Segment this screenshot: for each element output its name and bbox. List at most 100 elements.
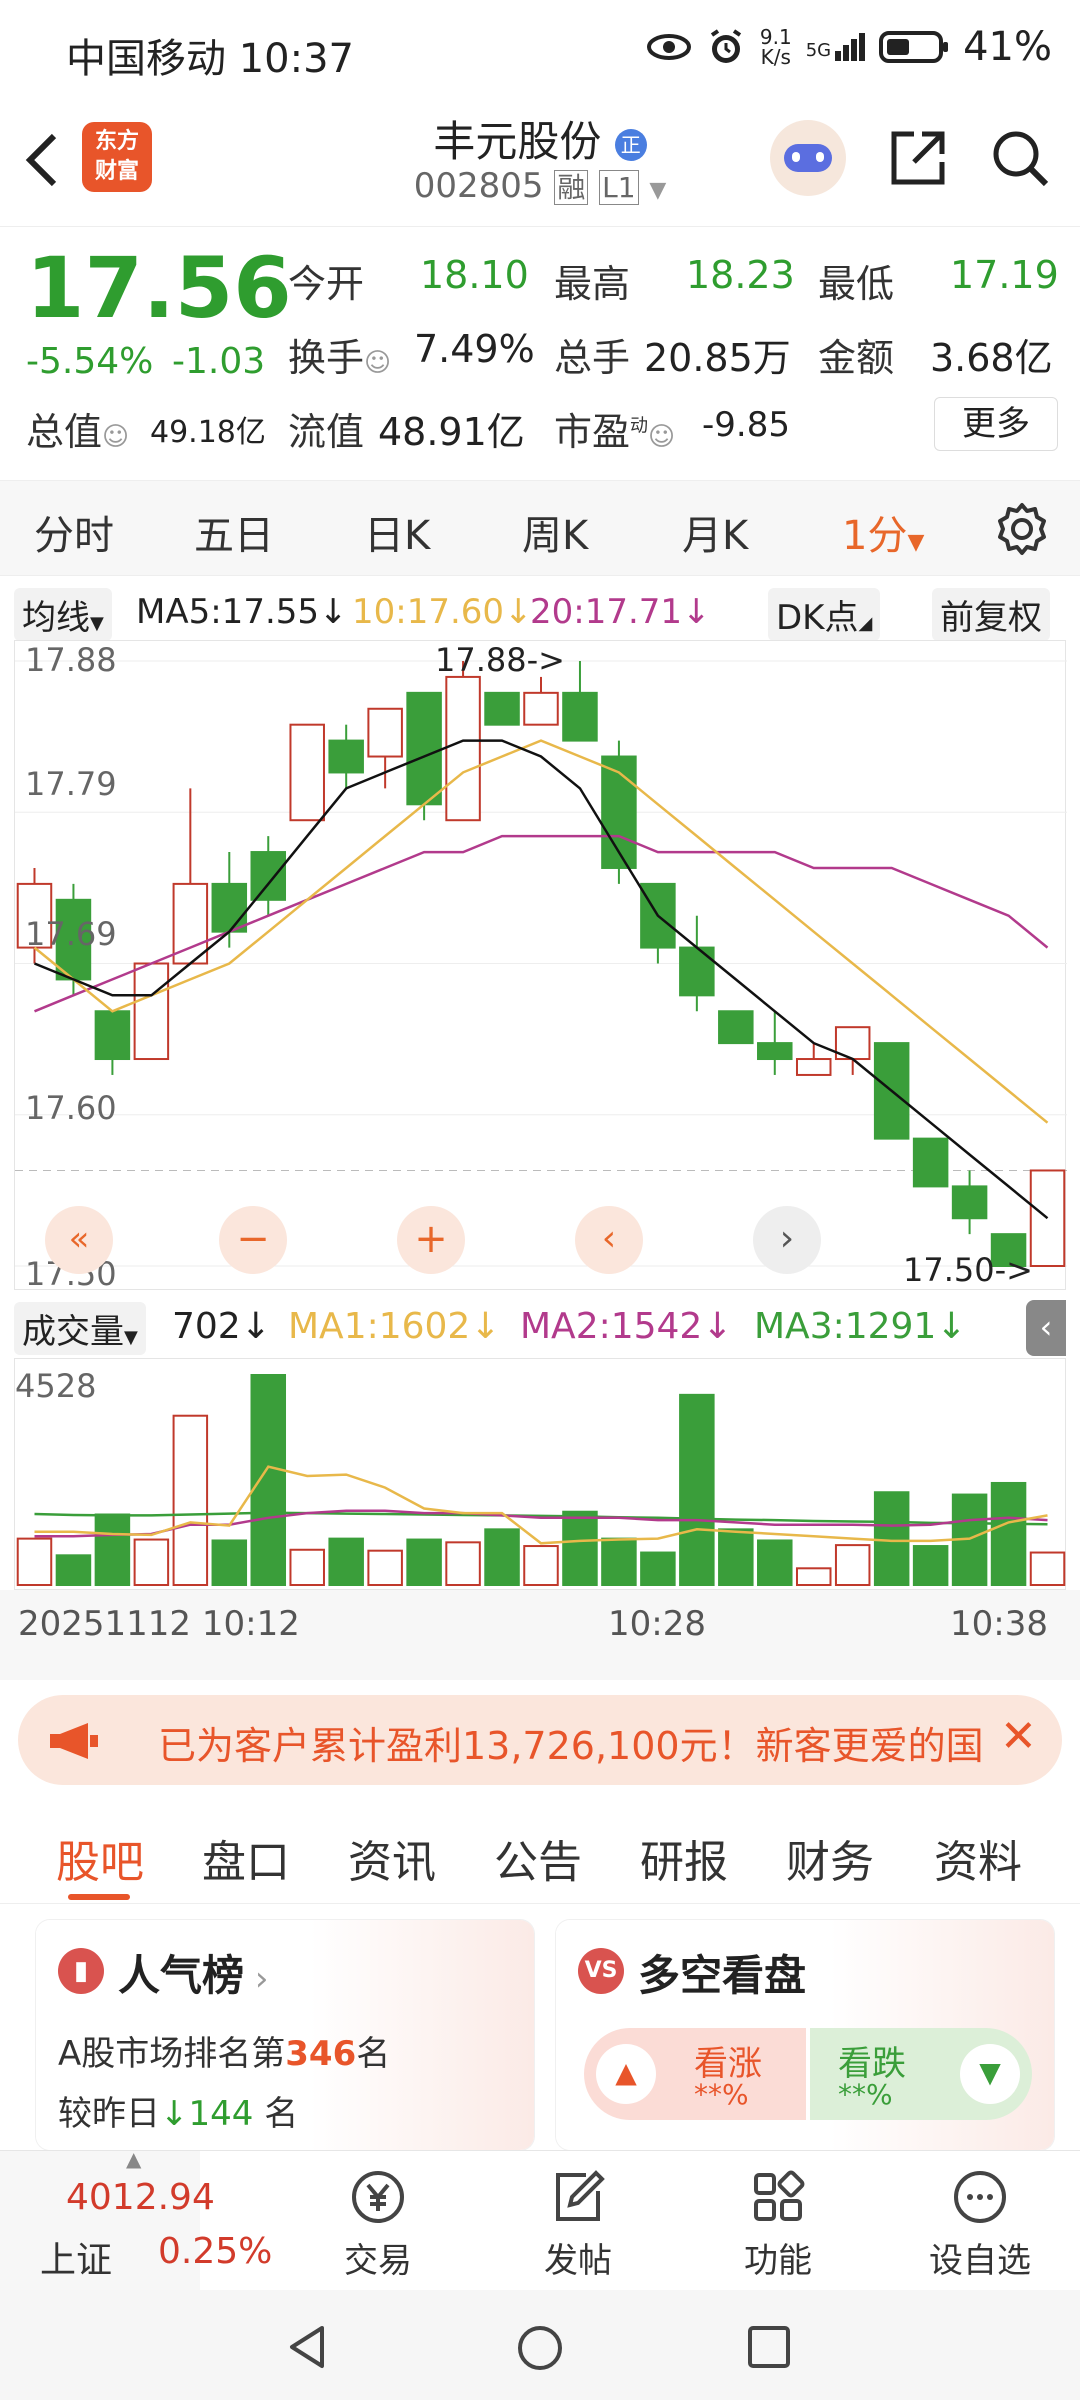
scroll-right-button[interactable]: › — [753, 1206, 821, 1274]
dk-point-label: DK点 — [776, 598, 859, 638]
nav-post[interactable]: 发帖 — [498, 2151, 658, 2282]
more-dots-icon — [954, 2171, 1006, 2223]
ma20-label: 20:17.71↓ — [530, 592, 711, 632]
volume-chart[interactable] — [15, 1359, 1067, 1591]
volume-bar — [406, 1538, 442, 1586]
pe-label[interactable]: 市盈动☺ — [554, 401, 675, 456]
popularity-rank: A股市场排名第346名 — [58, 2026, 390, 2075]
volume-bar — [757, 1539, 793, 1587]
system-back-icon[interactable] — [282, 2322, 332, 2372]
tab-monthly-k[interactable]: 月K — [682, 503, 748, 561]
candle-body — [328, 739, 364, 774]
tab-profile[interactable]: 资料 — [934, 1826, 1022, 1890]
search-icon[interactable] — [988, 126, 1052, 190]
nav-add-watchlist[interactable]: 设自选 — [900, 2151, 1060, 2282]
low-value: 17.19 — [950, 253, 1059, 297]
volume-selector-label: 成交量 — [22, 1312, 124, 1352]
stock-header: 东方 财富 丰元股份 正 002805 融 L1 ▼ — [0, 100, 1080, 218]
info-icon: ☺ — [648, 422, 676, 452]
chart-icon: ▮ — [58, 1948, 104, 1994]
volume-bar — [367, 1549, 403, 1586]
collapse-panel-button[interactable]: ‹ — [1026, 1300, 1066, 1356]
tab-pankou[interactable]: 盘口 — [202, 1826, 290, 1890]
status-bar: 中国移动 10:37 9.1 K/s 5G 41% — [0, 0, 1080, 100]
volume-selector[interactable]: 成交量▼ — [14, 1302, 146, 1355]
system-home-icon[interactable] — [514, 2322, 566, 2374]
high-label: 最高 — [554, 262, 631, 306]
candle-body — [484, 691, 520, 726]
nav-add-watchlist-label: 设自选 — [929, 2241, 1031, 2281]
tab-one-minute[interactable]: 1分▼ — [842, 503, 924, 561]
popularity-change: 较昨日↓144 名 — [58, 2086, 298, 2135]
nav-functions[interactable]: 功能 — [698, 2151, 858, 2282]
volume-value: 702↓ — [172, 1306, 271, 1347]
dk-point-button[interactable]: DK点◢ — [768, 588, 881, 641]
volume-value-text: 702 — [172, 1306, 241, 1347]
gear-icon[interactable] — [994, 501, 1050, 557]
scroll-left-fast-button[interactable]: « — [45, 1206, 113, 1274]
tab-announcements[interactable]: 公告 — [494, 1826, 582, 1890]
change-percent: -5.54% — [26, 341, 154, 382]
ma-selector[interactable]: 均线▼ — [14, 588, 112, 641]
amount-label: 金额 — [818, 336, 895, 380]
zoom-out-button[interactable]: − — [219, 1206, 287, 1274]
volume-bar — [795, 1567, 832, 1587]
tab-research[interactable]: 研报 — [640, 1826, 728, 1890]
assistant-avatar[interactable] — [770, 120, 846, 196]
candle-body — [250, 851, 287, 901]
kline-chart[interactable] — [15, 641, 1067, 1291]
more-button[interactable]: 更多 — [934, 397, 1058, 451]
system-recent-icon[interactable] — [744, 2322, 794, 2372]
nav-trade[interactable]: 交易 — [298, 2151, 458, 2282]
longshort-card[interactable]: VS 多空看盘 ▲ 看涨 **% 看跌 **% ▼ — [556, 1920, 1054, 2150]
volume-label: 总手 — [554, 336, 631, 380]
vol-ma2: MA2:1542↓ — [520, 1306, 733, 1347]
price-tick-1: 17.88 — [25, 641, 117, 679]
close-icon[interactable]: ✕ — [1000, 1711, 1037, 1762]
adjust-button[interactable]: 前复权 — [932, 588, 1050, 641]
volume-bar — [211, 1539, 248, 1587]
eye-icon — [646, 34, 691, 60]
dropdown-icon: ▼ — [649, 178, 667, 203]
period-tabs: 分时 五日 日K 周K 月K 1分▼ — [0, 480, 1080, 576]
tab-guba[interactable]: 股吧 — [56, 1826, 144, 1890]
tab-finance[interactable]: 财务 — [786, 1826, 874, 1890]
volume-chart-area[interactable]: 4528 — [14, 1358, 1066, 1590]
bullish-value: **% — [694, 2078, 749, 2111]
zoom-in-button[interactable]: + — [397, 1206, 465, 1274]
arrow-down-icon: ↓ — [160, 2094, 189, 2134]
volume-bar — [873, 1491, 910, 1587]
corner-icon: ◢ — [858, 613, 873, 634]
ma5-text: MA5:17.55 — [136, 592, 320, 632]
turnover-label[interactable]: 换手☺ — [288, 327, 391, 382]
volume-bar — [912, 1545, 949, 1586]
vol-ma1: MA1:1602↓ — [288, 1306, 501, 1347]
tab-intraday[interactable]: 分时 — [34, 503, 114, 561]
net-speed: 9.1 K/s — [760, 27, 792, 67]
index-ticker[interactable]: ▲ 4012.94 上证 0.25% — [0, 2147, 272, 2291]
index-value: 4012.94 — [66, 2177, 215, 2218]
price-tick-3: 17.69 — [25, 915, 117, 953]
share-icon[interactable] — [886, 126, 950, 190]
change-prefix: 较昨日 — [58, 2094, 160, 2134]
active-tab-indicator — [68, 1894, 130, 1900]
scroll-left-button[interactable]: ‹ — [575, 1206, 643, 1274]
triangle-down-icon: ▼ — [960, 2044, 1020, 2104]
bearish-button[interactable]: 看跌 **% ▼ — [810, 2028, 1032, 2120]
tab-daily-k[interactable]: 日K — [364, 503, 430, 561]
tab-weekly-k[interactable]: 周K — [522, 503, 588, 561]
tab-five-day[interactable]: 五日 — [194, 503, 274, 561]
dropdown-icon: ▼ — [124, 1327, 138, 1348]
kline-chart-area[interactable]: 17.88 17.79 17.69 17.60 17.50 17.88-> 17… — [14, 640, 1067, 1293]
mktcap-label[interactable]: 总值☺ — [26, 401, 129, 456]
low-label: 最低 — [818, 262, 895, 306]
ma5-label: MA5:17.55↓ — [136, 592, 348, 632]
volume-bar — [834, 1544, 871, 1586]
tab-news[interactable]: 资讯 — [348, 1826, 436, 1890]
bullish-button[interactable]: ▲ 看涨 **% — [584, 2028, 806, 2120]
volume-bar — [172, 1414, 209, 1586]
popularity-card[interactable]: ▮ 人气榜 › A股市场排名第346名 较昨日↓144 名 — [36, 1920, 534, 2150]
vol-ma3-text: MA3:1291 — [754, 1306, 937, 1347]
promo-banner[interactable]: 已为客户累计盈利13,726,100元！新客更爱的国 ✕ — [18, 1695, 1062, 1785]
candle-body — [445, 675, 481, 822]
